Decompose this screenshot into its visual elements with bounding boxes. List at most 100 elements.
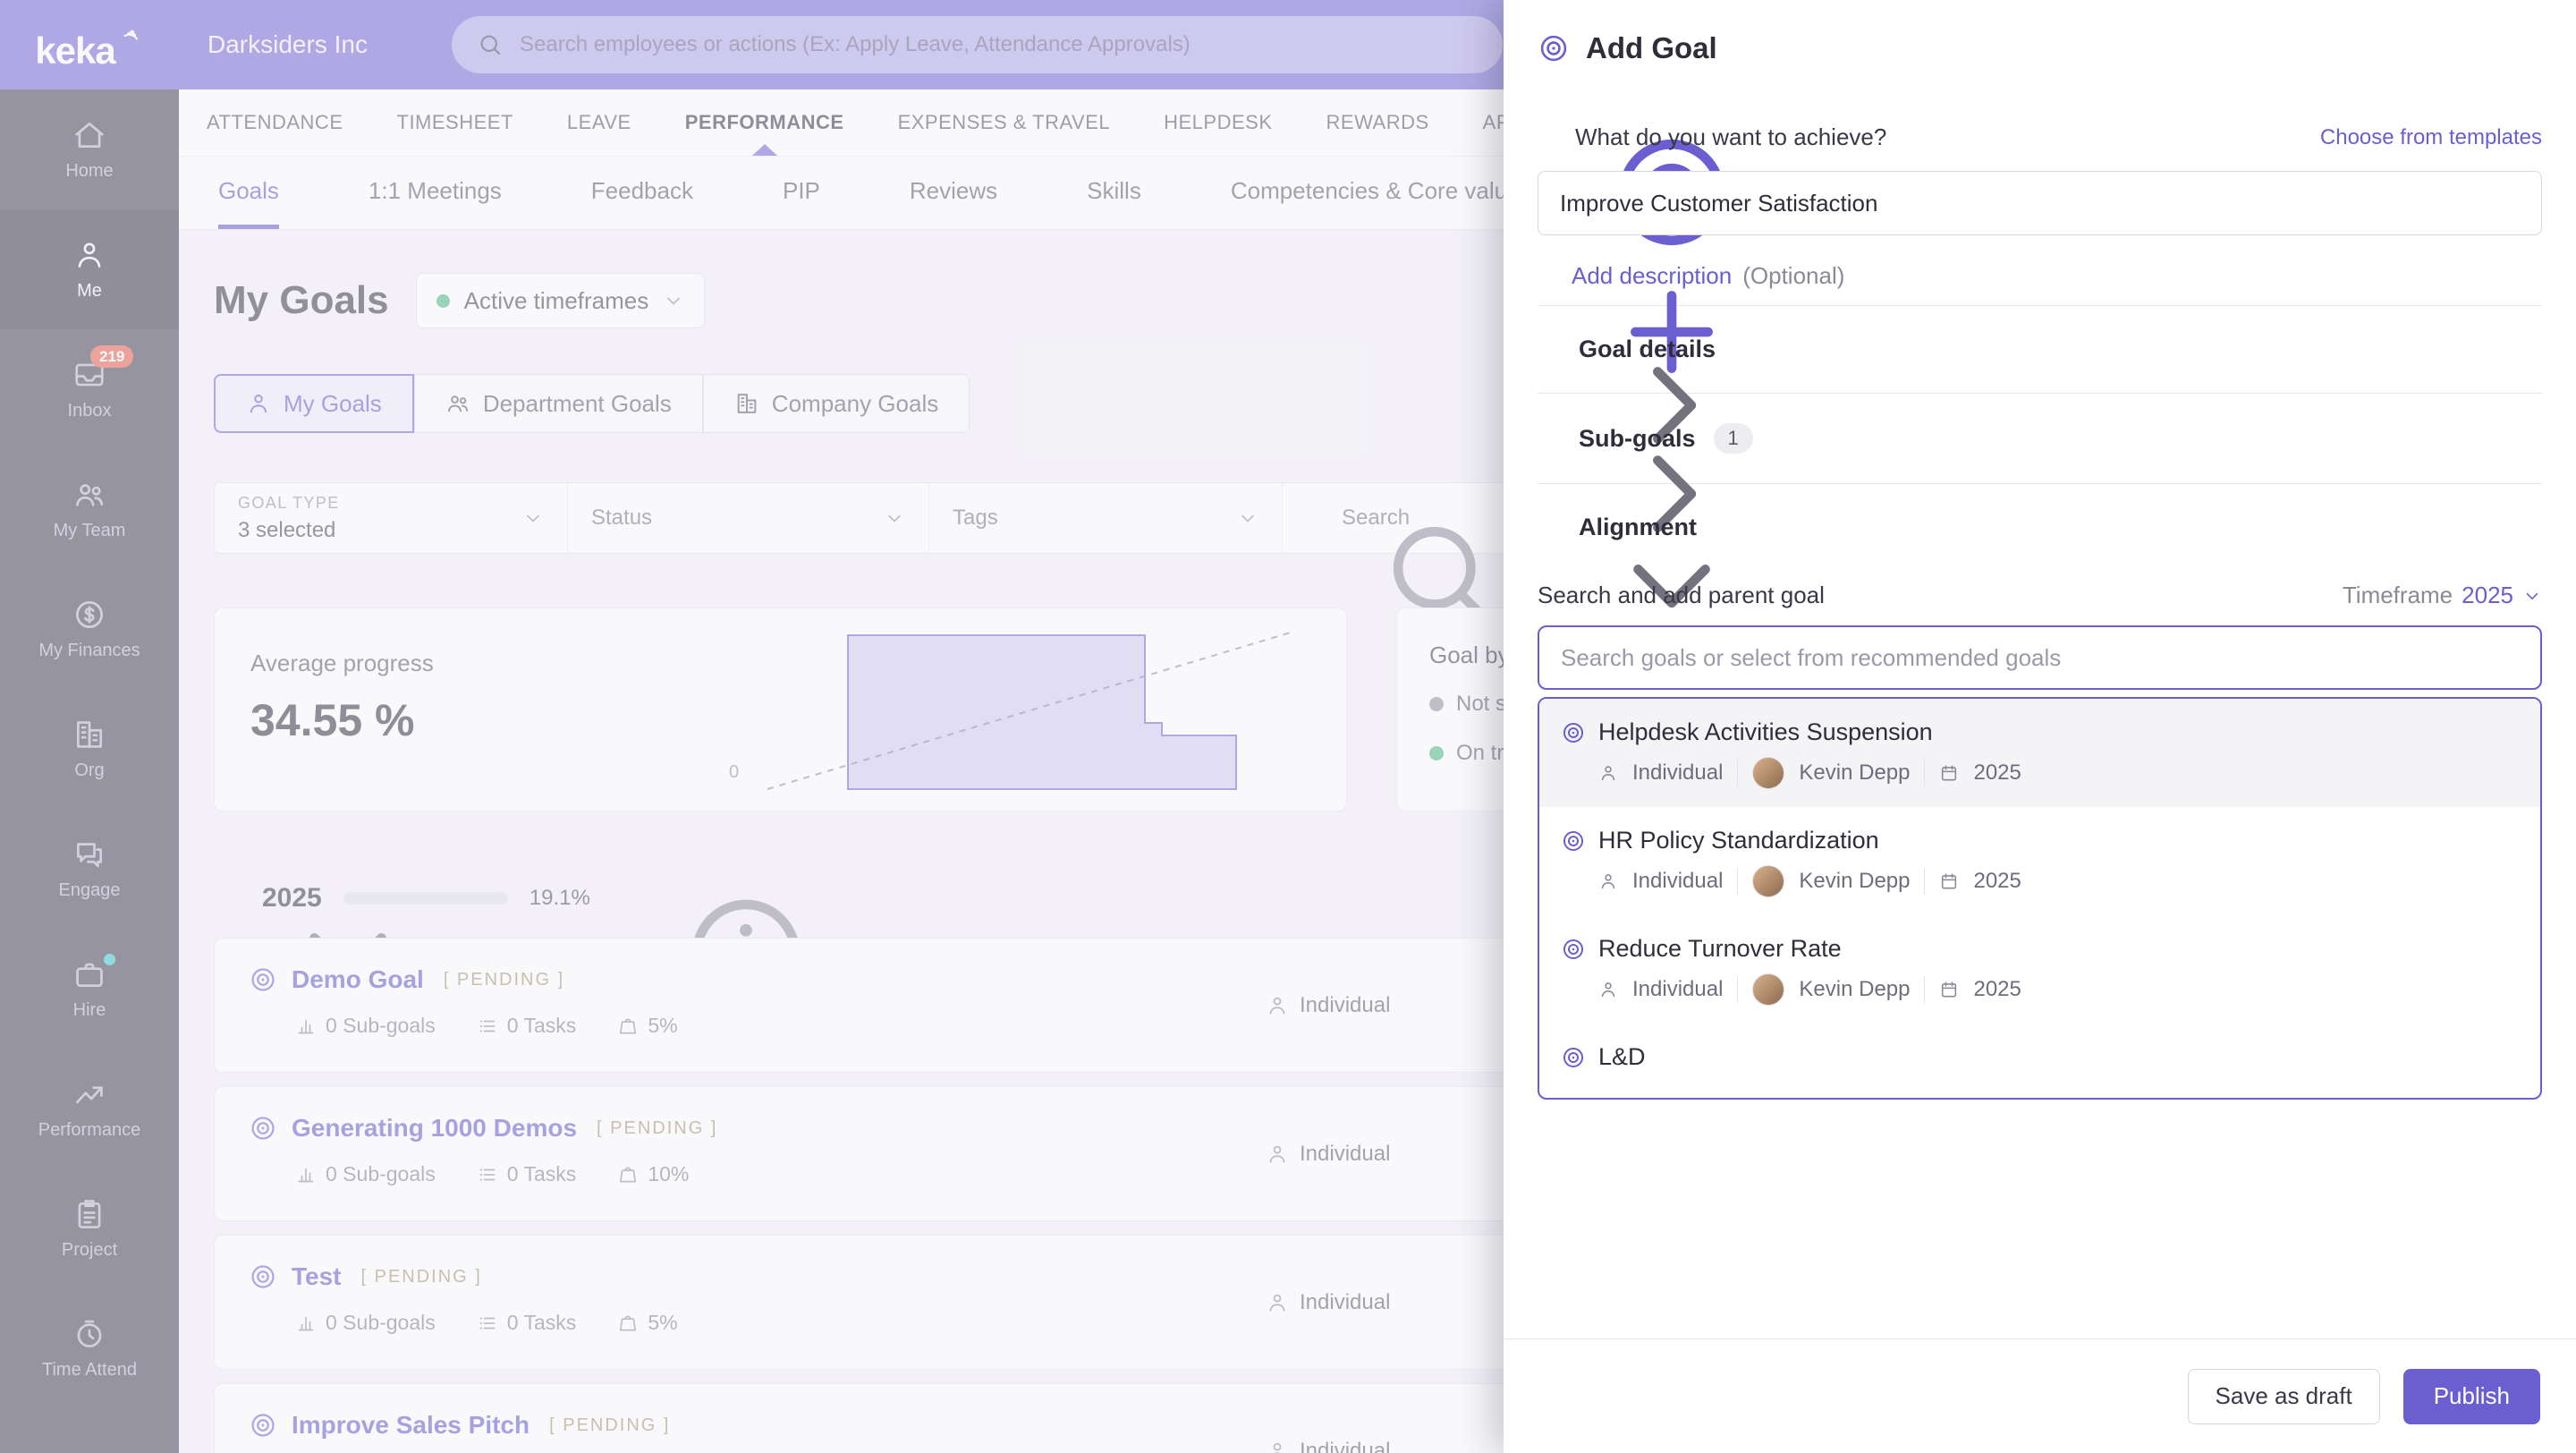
collapse-chevron-icon[interactable] [214, 885, 241, 912]
department-goals-button[interactable]: Department Goals [414, 374, 703, 433]
sidebar-item-engage[interactable]: Engage [0, 809, 179, 929]
subtab-feedback[interactable]: Feedback [591, 157, 693, 229]
subgoals-count: 0 Sub-goals [295, 1014, 436, 1038]
global-search[interactable] [452, 16, 1503, 73]
subtab-skills[interactable]: Skills [1087, 157, 1141, 229]
my-goals-button[interactable]: My Goals [214, 374, 414, 433]
user-icon [1266, 1440, 1289, 1453]
info-icon[interactable] [612, 887, 635, 910]
goal-status-badge: [ PENDING ] [361, 1267, 482, 1287]
goal-name[interactable]: Demo Goal [292, 965, 424, 994]
close-icon[interactable] [2506, 30, 2542, 66]
goal-name[interactable]: Improve Sales Pitch [292, 1411, 530, 1440]
tab-leave[interactable]: LEAVE [567, 89, 631, 156]
tab-helpdesk[interactable]: HELPDESK [1164, 89, 1272, 156]
timeframe-filter-dropdown[interactable]: Active timeframes [416, 273, 706, 328]
logo-arcs-icon [117, 25, 144, 52]
sidebar-item-label: My Finances [38, 641, 140, 661]
weight-icon [617, 1313, 639, 1334]
goal-name[interactable]: Test [292, 1262, 342, 1291]
parent-goal-search-input[interactable] [1538, 625, 2542, 690]
goal-target-icon [1561, 1045, 1586, 1070]
goal-weight: 5% [617, 1014, 677, 1038]
performance-icon [72, 1077, 106, 1111]
goal-type-filter[interactable]: GOAL TYPE 3 selected [215, 483, 568, 553]
project-icon [72, 1197, 106, 1231]
weight-icon [617, 1015, 639, 1037]
tab-performance[interactable]: PERFORMANCE [685, 89, 844, 156]
company-goals-button[interactable]: Company Goals [703, 374, 970, 433]
year-progress-bar [343, 892, 508, 905]
sidebar-item-project[interactable]: Project [0, 1168, 179, 1288]
publish-button[interactable]: Publish [2403, 1369, 2540, 1424]
bar-chart-icon [295, 1313, 317, 1334]
subtab-competencies[interactable]: Competencies & Core values [1231, 157, 1532, 229]
goal-target-icon [249, 1262, 277, 1291]
tab-expenses-travel[interactable]: EXPENSES & TRAVEL [898, 89, 1111, 156]
avatar [1752, 865, 1784, 897]
tags-filter[interactable]: Tags [929, 483, 1283, 553]
sidebar-item-performance[interactable]: Performance [0, 1049, 179, 1168]
sidebar-item-hire[interactable]: Hire [0, 929, 179, 1049]
goal-name[interactable]: Generating 1000 Demos [292, 1114, 577, 1143]
finances-icon [72, 598, 106, 632]
save-as-draft-button[interactable]: Save as draft [2188, 1369, 2380, 1424]
user-icon [246, 391, 271, 416]
sidebar-item-inbox[interactable]: 219 Inbox [0, 329, 179, 449]
keka-logo[interactable]: keka [0, 0, 179, 89]
tasks-list-icon [477, 1015, 498, 1037]
subtab-pip[interactable]: PIP [783, 157, 820, 229]
sidebar-item-label: Project [62, 1240, 117, 1261]
tasks-count: 0 Tasks [477, 1162, 577, 1186]
goal-suggestion[interactable]: HR Policy Standardization Individual Kev… [1539, 807, 2540, 915]
building-icon [734, 391, 759, 416]
goal-target-icon [1538, 125, 1563, 150]
timeframe-selector[interactable]: Timeframe 2025 [2343, 582, 2542, 609]
app-root: keka Home Me 219 Inbox My Team [0, 0, 2576, 1453]
goal-target-icon [249, 965, 277, 994]
status-filter[interactable]: Status [568, 483, 929, 553]
user-icon [1598, 871, 1618, 891]
chevron-down-icon [1237, 507, 1258, 529]
choose-templates-link[interactable]: Choose from templates [2320, 125, 2542, 150]
add-description-link[interactable]: Add description (Optional) [1538, 262, 2542, 290]
goal-type: Individual [1266, 1142, 1390, 1167]
sidebar-item-my-team[interactable]: My Team [0, 449, 179, 569]
inbox-count-badge: 219 [90, 345, 133, 368]
subtab-11-meetings[interactable]: 1:1 Meetings [369, 157, 502, 229]
average-progress-label: Average progress [250, 650, 434, 677]
tab-attendance[interactable]: ATTENDANCE [207, 89, 343, 156]
global-search-input[interactable] [518, 31, 1478, 58]
goal-type: Individual [1266, 993, 1390, 1018]
sidebar-item-label: Hire [73, 1000, 106, 1021]
sidebar-item-label: Me [77, 281, 102, 302]
calendar-icon [1939, 980, 1959, 999]
avatar [1752, 973, 1784, 1006]
legend-not-started: Not s [1429, 692, 1506, 717]
subtab-goals[interactable]: Goals [218, 157, 279, 229]
parent-goal-label: Search and add parent goal [1538, 582, 2343, 609]
goal-target-icon [1561, 828, 1586, 854]
sidebar-item-time-attend[interactable]: Time Attend [0, 1288, 179, 1408]
sidebar-item-my-finances[interactable]: My Finances [0, 569, 179, 689]
tab-rewards[interactable]: REWARDS [1326, 89, 1429, 156]
user-icon [1266, 1143, 1289, 1166]
hire-icon [72, 957, 106, 991]
goal-suggestion[interactable]: Reduce Turnover Rate Individual Kevin De… [1539, 915, 2540, 1024]
weight-icon [617, 1164, 639, 1185]
goal-suggestion[interactable]: Helpdesk Activities Suspension Individua… [1539, 699, 2540, 807]
divider [1737, 868, 1738, 895]
goal-status-badge: [ PENDING ] [444, 970, 564, 990]
sidebar-item-me[interactable]: Me [0, 209, 179, 329]
subtab-reviews[interactable]: Reviews [910, 157, 997, 229]
user-icon [1266, 994, 1289, 1017]
sidebar: keka Home Me 219 Inbox My Team [0, 0, 179, 1453]
goal-suggestion[interactable]: L&D [1539, 1024, 2540, 1089]
goal-name-input[interactable] [1538, 171, 2542, 235]
sidebar-item-org[interactable]: Org [0, 689, 179, 809]
sidebar-item-label: My Team [54, 521, 126, 541]
tab-timesheet[interactable]: TIMESHEET [397, 89, 513, 156]
divider [1737, 760, 1738, 786]
sidebar-item-label: Home [65, 161, 113, 182]
sidebar-item-home[interactable]: Home [0, 89, 179, 209]
